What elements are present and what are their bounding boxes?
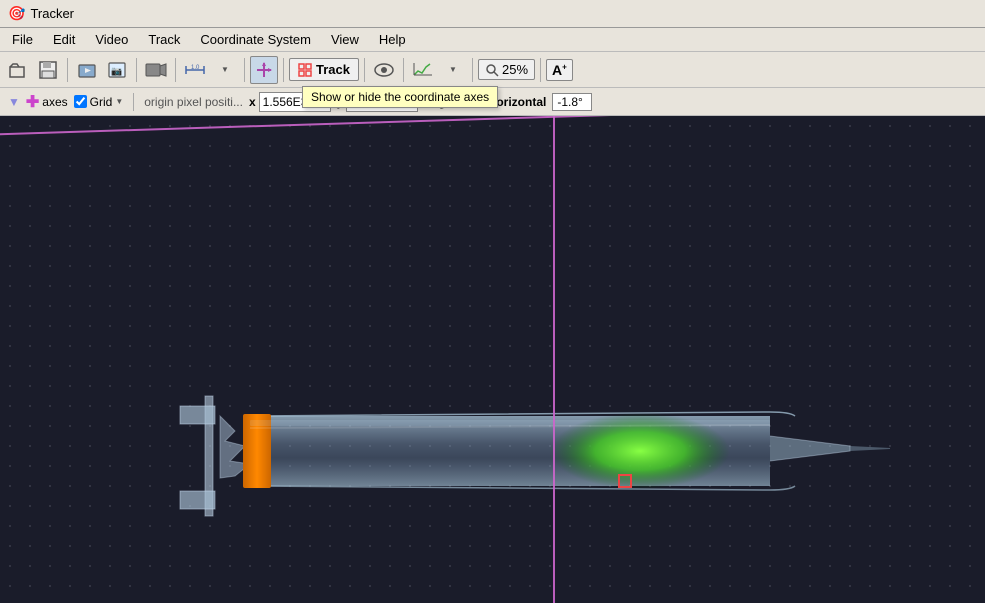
separator-2 bbox=[136, 58, 137, 82]
grid-checkbox[interactable] bbox=[74, 95, 87, 108]
separator-4 bbox=[244, 58, 245, 82]
origin-label: origin pixel positi... bbox=[144, 95, 243, 109]
svg-text:1.0: 1.0 bbox=[191, 65, 200, 71]
vertical-axis bbox=[553, 116, 555, 603]
separator-8 bbox=[472, 58, 473, 82]
axes-label-text: axes bbox=[42, 95, 67, 109]
video-clip-button[interactable] bbox=[142, 56, 170, 84]
toolbar: 📷 1.0 ▼ bbox=[0, 52, 985, 88]
grid-dropdown-icon[interactable]: ▼ bbox=[115, 97, 123, 106]
calibration-button[interactable]: 1.0 bbox=[181, 56, 209, 84]
axes-crosshair-icon: ✚ bbox=[26, 92, 39, 112]
angle-value: -1.8° bbox=[552, 93, 592, 111]
separator-5 bbox=[283, 58, 284, 82]
grid-label: Grid bbox=[90, 95, 113, 109]
visibility-button[interactable] bbox=[370, 56, 398, 84]
title-bar: 🎯 Tracker bbox=[0, 0, 985, 28]
graph-dropdown[interactable]: ▼ bbox=[439, 56, 467, 84]
export-button[interactable]: 📷 bbox=[103, 56, 131, 84]
grid-checkbox-area[interactable]: Grid ▼ bbox=[74, 95, 124, 109]
syringe-visualization bbox=[50, 316, 900, 596]
menu-video[interactable]: Video bbox=[87, 30, 136, 49]
axes-separator bbox=[133, 93, 134, 111]
font-button[interactable]: A+ bbox=[546, 59, 573, 81]
separator-6 bbox=[364, 58, 365, 82]
menu-track[interactable]: Track bbox=[140, 30, 188, 49]
zoom-label: 25% bbox=[502, 62, 528, 77]
menu-file[interactable]: File bbox=[4, 30, 41, 49]
menu-coordinate[interactable]: Coordinate System bbox=[192, 30, 319, 49]
menu-help[interactable]: Help bbox=[371, 30, 414, 49]
save-button[interactable] bbox=[34, 56, 62, 84]
axes-toggle[interactable]: ✚ axes bbox=[26, 92, 68, 112]
separator-3 bbox=[175, 58, 176, 82]
track-label: Track bbox=[316, 62, 350, 77]
svg-text:📷: 📷 bbox=[111, 66, 122, 76]
open-button[interactable] bbox=[4, 56, 32, 84]
tracker-marker bbox=[618, 474, 632, 488]
app-title: Tracker bbox=[30, 6, 74, 21]
canvas-area[interactable] bbox=[0, 116, 985, 603]
axes-button[interactable] bbox=[250, 56, 278, 84]
graph-button[interactable] bbox=[409, 56, 437, 84]
menu-edit[interactable]: Edit bbox=[45, 30, 83, 49]
calib-dropdown[interactable]: ▼ bbox=[211, 56, 239, 84]
separator-1 bbox=[67, 58, 68, 82]
open-clip-button[interactable] bbox=[73, 56, 101, 84]
menu-view[interactable]: View bbox=[323, 30, 367, 49]
tooltip: Show or hide the coordinate axes bbox=[302, 86, 498, 108]
separator-9 bbox=[540, 58, 541, 82]
zoom-button[interactable]: 25% bbox=[478, 59, 535, 80]
x-label: x bbox=[249, 95, 256, 109]
menu-bar: File Edit Video Track Coordinate System … bbox=[0, 28, 985, 52]
app-icon: 🎯 bbox=[8, 5, 25, 22]
separator-7 bbox=[403, 58, 404, 82]
axes-dropdown-icon[interactable]: ▼ bbox=[8, 95, 20, 109]
track-button[interactable]: Track bbox=[289, 58, 359, 81]
